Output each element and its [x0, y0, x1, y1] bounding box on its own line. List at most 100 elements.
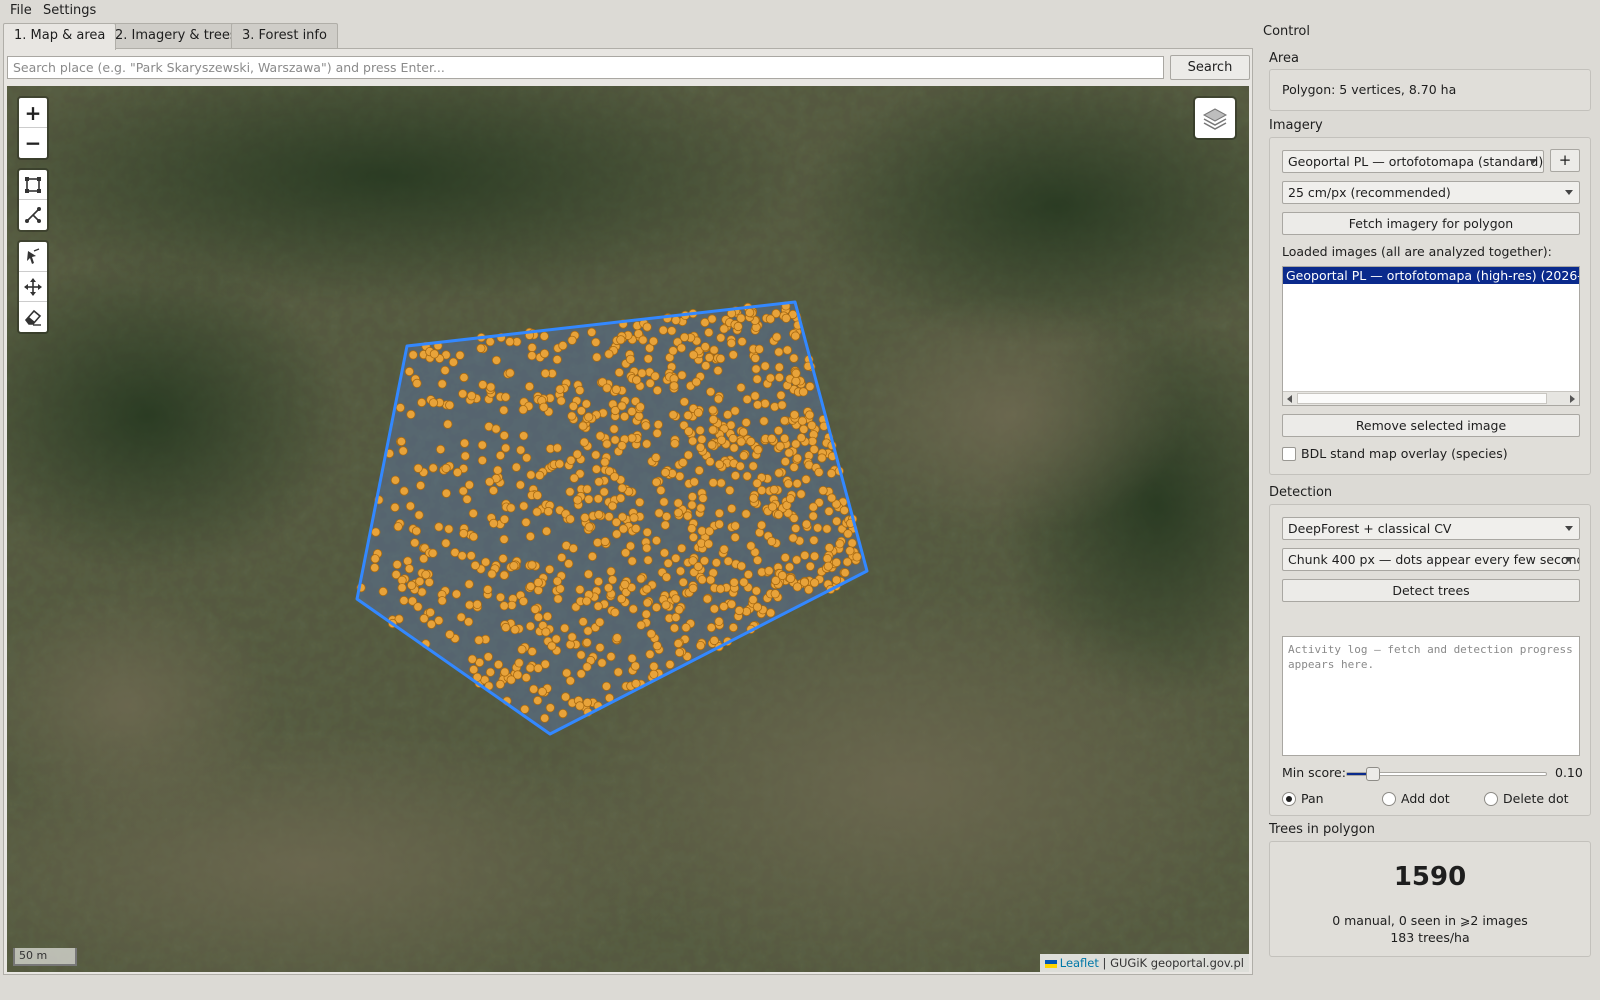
tree-dot[interactable] — [789, 513, 799, 523]
tree-dot[interactable] — [501, 622, 511, 633]
tree-dot[interactable] — [777, 400, 787, 410]
tree-dot[interactable] — [645, 649, 655, 659]
resolution-select[interactable]: 25 cm/px (recommended) — [1282, 181, 1580, 204]
tree-dot[interactable] — [444, 524, 454, 534]
tree-dot[interactable] — [410, 538, 420, 548]
tree-dot[interactable] — [403, 556, 413, 566]
tree-dot[interactable] — [557, 552, 567, 563]
tree-dot[interactable] — [565, 639, 575, 650]
tree-dot[interactable] — [616, 493, 626, 503]
tab-imagery-trees[interactable]: 2. Imagery & trees — [104, 23, 248, 49]
tree-dot[interactable] — [730, 470, 741, 481]
tree-dot[interactable] — [770, 402, 780, 412]
tree-dot[interactable] — [434, 522, 444, 532]
tree-dot[interactable] — [483, 584, 493, 595]
tree-dot[interactable] — [397, 583, 407, 593]
scroll-left-icon[interactable] — [1287, 395, 1292, 403]
scroll-thumb[interactable] — [1297, 393, 1547, 404]
tree-dot[interactable] — [789, 410, 800, 420]
tree-dot[interactable] — [671, 553, 681, 563]
tree-dot[interactable] — [500, 667, 510, 677]
tree-dot[interactable] — [555, 584, 565, 594]
tree-dot[interactable] — [714, 459, 725, 469]
tree-dot[interactable] — [759, 416, 769, 426]
tree-dot[interactable] — [708, 478, 718, 488]
tree-dot[interactable] — [752, 555, 763, 565]
tree-dot[interactable] — [676, 343, 687, 353]
tree-dot[interactable] — [602, 439, 612, 449]
tree-dot[interactable] — [405, 501, 415, 511]
tree-dot[interactable] — [406, 580, 417, 590]
tree-dot[interactable] — [399, 595, 409, 606]
tree-dot[interactable] — [495, 450, 505, 461]
tree-dot[interactable] — [661, 572, 672, 582]
tree-dot[interactable] — [575, 701, 585, 711]
tree-dot[interactable] — [698, 493, 708, 503]
tree-dot[interactable] — [716, 435, 727, 445]
tree-dot[interactable] — [688, 532, 699, 542]
tree-dot[interactable] — [499, 534, 509, 544]
tree-dot[interactable] — [604, 512, 614, 522]
tree-dot[interactable] — [510, 625, 520, 635]
tree-dot[interactable] — [499, 405, 509, 415]
tree-dot[interactable] — [725, 485, 735, 495]
tree-dot[interactable] — [842, 557, 852, 567]
tree-dot[interactable] — [695, 425, 705, 435]
tree-dot[interactable] — [767, 433, 777, 444]
tree-dot[interactable] — [458, 528, 469, 539]
tree-dot[interactable] — [646, 629, 656, 639]
tree-dot[interactable] — [594, 510, 604, 520]
tree-dot[interactable] — [693, 408, 704, 418]
tree-dot[interactable] — [378, 586, 388, 597]
tree-dot[interactable] — [847, 538, 857, 548]
tree-dot[interactable] — [582, 662, 592, 672]
tree-dot[interactable] — [567, 335, 577, 345]
tree-dot[interactable] — [788, 533, 798, 543]
tree-dot[interactable] — [705, 575, 716, 585]
tree-dot[interactable] — [636, 574, 646, 584]
tree-dot[interactable] — [746, 436, 756, 447]
tree-dot[interactable] — [491, 355, 502, 365]
tree-dot[interactable] — [613, 667, 623, 677]
tree-dot[interactable] — [714, 616, 724, 627]
tree-dot[interactable] — [673, 508, 683, 518]
tree-dot[interactable] — [679, 397, 690, 407]
detect-trees-button[interactable]: Detect trees — [1282, 579, 1580, 602]
tree-dot[interactable] — [708, 425, 718, 435]
tree-dot[interactable] — [617, 441, 627, 451]
tree-dot[interactable] — [599, 487, 609, 497]
mode-pan-radio[interactable] — [1282, 792, 1296, 806]
tree-dot[interactable] — [527, 560, 537, 570]
tree-dot[interactable] — [552, 576, 563, 586]
tree-dot[interactable] — [809, 444, 819, 454]
tree-dot[interactable] — [652, 385, 663, 395]
tree-dot[interactable] — [840, 568, 850, 578]
tree-dot[interactable] — [792, 478, 802, 489]
tree-dot[interactable] — [505, 337, 515, 347]
tree-dot[interactable] — [707, 440, 717, 450]
tree-dot[interactable] — [595, 431, 605, 441]
tree-dot[interactable] — [753, 445, 763, 455]
tree-dot[interactable] — [462, 494, 472, 504]
tree-dot[interactable] — [495, 592, 506, 602]
tree-dot[interactable] — [413, 463, 423, 473]
tree-dot[interactable] — [452, 467, 463, 477]
tree-dot[interactable] — [784, 448, 794, 458]
tree-dot[interactable] — [683, 410, 693, 420]
tree-dot[interactable] — [669, 381, 679, 391]
tree-dot[interactable] — [493, 465, 503, 475]
tree-dot[interactable] — [541, 526, 552, 536]
tree-dot[interactable] — [784, 562, 795, 572]
tree-dot[interactable] — [580, 512, 590, 523]
tree-dot[interactable] — [831, 575, 842, 585]
tree-dot[interactable] — [507, 600, 517, 610]
tree-dot[interactable] — [736, 561, 747, 571]
tree-dot[interactable] — [501, 443, 511, 453]
tree-dot[interactable] — [399, 486, 409, 496]
tree-dot[interactable] — [723, 556, 733, 566]
zoom-out-button[interactable]: − — [19, 128, 47, 158]
tree-dot[interactable] — [743, 569, 754, 580]
tree-dot[interactable] — [610, 435, 620, 445]
tree-dot[interactable] — [619, 411, 630, 422]
tree-dot[interactable] — [582, 596, 592, 606]
